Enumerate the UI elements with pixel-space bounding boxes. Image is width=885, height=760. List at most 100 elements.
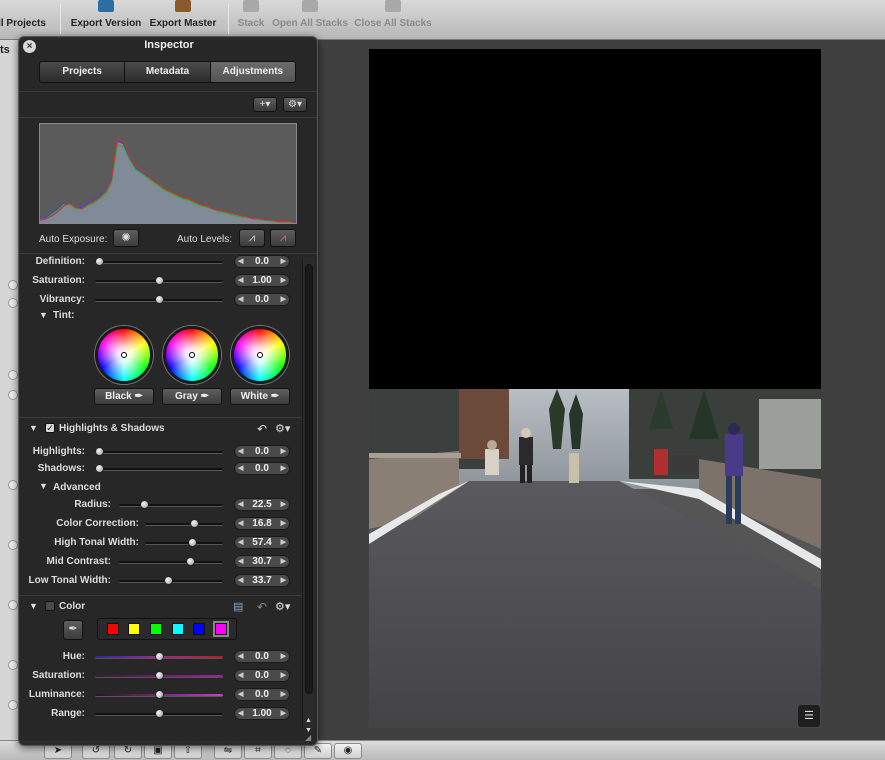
- gear-icon[interactable]: ⚙▾: [275, 600, 290, 613]
- inspector-tabs: Projects Metadata Adjustments: [39, 61, 296, 83]
- mid-contrast-slider-knob[interactable]: [186, 557, 196, 566]
- scroll-up-icon[interactable]: ▲: [305, 717, 312, 724]
- definition-slider-knob[interactable]: [95, 257, 104, 266]
- gear-icon[interactable]: ⚙▾: [275, 422, 290, 435]
- definition-slider[interactable]: [95, 261, 223, 264]
- color-eyedropper-button[interactable]: ✒: [63, 620, 83, 640]
- color-checkbox[interactable]: [45, 601, 55, 611]
- highlights-shadows-checkbox[interactable]: ✓: [45, 423, 55, 433]
- auto-levels-label: Auto Levels:: [177, 234, 233, 245]
- toolbar-divider: [60, 4, 61, 34]
- panel-radio[interactable]: [8, 540, 18, 550]
- panel-radio[interactable]: [8, 390, 18, 400]
- hue-slider-knob[interactable]: [154, 652, 164, 661]
- wheel-point[interactable]: [257, 352, 263, 358]
- wheel-point[interactable]: [189, 352, 195, 358]
- panel-radio[interactable]: [8, 370, 18, 380]
- color-correction-stepper[interactable]: ◀ 16.8 ▶: [234, 517, 290, 530]
- white-point-button[interactable]: White ✒: [230, 388, 290, 405]
- tab-adjustments[interactable]: Adjustments: [210, 62, 295, 82]
- tint-disclosure-icon[interactable]: ▼: [39, 310, 48, 320]
- gear-icon[interactable]: ⚙▾: [283, 97, 307, 112]
- high-tonal-width-slider[interactable]: [145, 542, 223, 545]
- divider: [19, 417, 302, 418]
- black-tint-wheel[interactable]: [95, 326, 153, 384]
- panel-radio[interactable]: [8, 700, 18, 710]
- luminance-slider-knob[interactable]: [154, 690, 164, 699]
- mid-contrast-label: Mid Contrast:: [46, 556, 111, 567]
- panel-radio[interactable]: [8, 660, 18, 670]
- open-all-stacks-button[interactable]: Open All Stacks: [272, 0, 348, 40]
- color-swatch[interactable]: [213, 621, 230, 637]
- inspector-scrollbar[interactable]: [302, 258, 314, 728]
- viewer-options-button[interactable]: ☰: [798, 705, 820, 727]
- scrollbar-thumb[interactable]: [305, 264, 313, 694]
- definition-stepper[interactable]: ◀ 0.0 ▶: [234, 255, 290, 268]
- shadows-slider[interactable]: [95, 468, 223, 471]
- range-slider-knob[interactable]: [154, 709, 164, 718]
- advanced-disclosure-icon[interactable]: ▼: [39, 481, 48, 491]
- vibrancy-stepper[interactable]: ◀ 0.0 ▶: [234, 293, 290, 306]
- export-version-button[interactable]: Export Version: [68, 0, 144, 40]
- saturation-slider-knob[interactable]: [154, 276, 164, 285]
- reset-icon[interactable]: ↶: [257, 600, 267, 614]
- aperture-icon: ✺: [121, 232, 131, 244]
- red-eye-icon[interactable]: ◉: [334, 743, 362, 759]
- radius-slider-knob[interactable]: [140, 500, 150, 509]
- auto-exposure-button[interactable]: ✺: [113, 229, 139, 247]
- vibrancy-slider-knob[interactable]: [154, 295, 164, 304]
- luminance-stepper[interactable]: ◀ 0.0 ▶: [234, 688, 290, 701]
- color-swatch[interactable]: [150, 623, 163, 635]
- black-point-button[interactable]: Black ✒: [94, 388, 154, 405]
- add-adjustment-button[interactable]: +▾: [253, 97, 277, 112]
- highlights-slider[interactable]: [95, 451, 223, 454]
- color-list-icon[interactable]: ▤: [233, 600, 243, 613]
- hue-stepper[interactable]: ◀ 0.0 ▶: [234, 650, 290, 663]
- color-correction-slider-knob[interactable]: [189, 519, 199, 528]
- saturation-label: Saturation:: [32, 275, 85, 286]
- reset-icon[interactable]: ↶: [257, 422, 267, 436]
- low-tonal-width-stepper[interactable]: ◀ 33.7 ▶: [234, 574, 290, 587]
- tab-metadata[interactable]: Metadata: [125, 62, 211, 82]
- color-swatch[interactable]: [128, 623, 141, 635]
- panel-radio[interactable]: [8, 480, 18, 490]
- auto-levels-rgb-button[interactable]: ⩘: [270, 229, 296, 247]
- white-tint-wheel[interactable]: [231, 326, 289, 384]
- saturation-stepper[interactable]: ◀ 1.00 ▶: [234, 274, 290, 287]
- photo-image[interactable]: [369, 389, 821, 728]
- shadows-stepper[interactable]: ◀ 0.0 ▶: [234, 462, 290, 475]
- toolbar-all-projects-button[interactable]: ll Projects: [0, 0, 48, 40]
- range-stepper[interactable]: ◀ 1.00 ▶: [234, 707, 290, 720]
- highlights-slider-knob[interactable]: [95, 447, 104, 456]
- shadows-slider-knob[interactable]: [95, 464, 104, 473]
- color-swatch[interactable]: [171, 623, 184, 635]
- panel-radio[interactable]: [8, 298, 18, 308]
- gray-point-button[interactable]: Gray ✒: [162, 388, 222, 405]
- stack-button[interactable]: Stack: [236, 0, 266, 40]
- high-tonal-width-stepper[interactable]: ◀ 57.4 ▶: [234, 536, 290, 549]
- wheel-point[interactable]: [121, 352, 127, 358]
- tab-projects[interactable]: Projects: [40, 62, 126, 82]
- color-swatch[interactable]: [193, 623, 206, 635]
- color-swatch-picker: [97, 618, 237, 640]
- resize-grip-icon[interactable]: ◢: [305, 733, 315, 743]
- low-tonal-width-slider-knob[interactable]: [163, 576, 173, 585]
- mid-contrast-stepper[interactable]: ◀ 30.7 ▶: [234, 555, 290, 568]
- color-saturation-slider-knob[interactable]: [154, 671, 164, 680]
- panel-radio[interactable]: [8, 280, 18, 290]
- gray-tint-wheel[interactable]: [163, 326, 221, 384]
- radius-slider[interactable]: [119, 504, 223, 507]
- highlights-shadows-disclosure-icon[interactable]: ▼: [29, 423, 38, 433]
- mid-contrast-slider[interactable]: [119, 561, 223, 564]
- auto-levels-luminance-button[interactable]: ⩘: [239, 229, 265, 247]
- panel-radio[interactable]: [8, 600, 18, 610]
- high-tonal-width-slider-knob[interactable]: [188, 538, 198, 547]
- color-swatch[interactable]: [106, 623, 119, 635]
- color-correction-slider[interactable]: [145, 523, 223, 526]
- highlights-stepper[interactable]: ◀ 0.0 ▶: [234, 445, 290, 458]
- close-all-stacks-button[interactable]: Close All Stacks: [354, 0, 432, 40]
- radius-stepper[interactable]: ◀ 22.5 ▶: [234, 498, 290, 511]
- color-saturation-stepper[interactable]: ◀ 0.0 ▶: [234, 669, 290, 682]
- export-master-button[interactable]: Export Master: [148, 0, 218, 40]
- color-disclosure-icon[interactable]: ▼: [29, 601, 38, 611]
